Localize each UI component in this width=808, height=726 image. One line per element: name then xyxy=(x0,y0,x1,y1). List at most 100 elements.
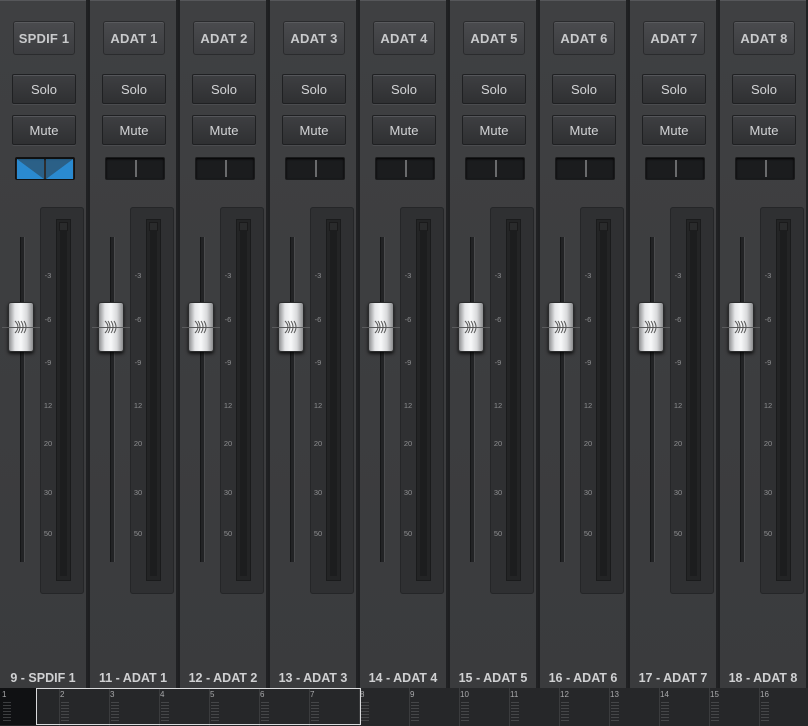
fader-grip-icon xyxy=(644,320,657,334)
mute-button[interactable]: Mute xyxy=(192,115,256,145)
overview-mini-meter xyxy=(411,702,419,722)
fader-track[interactable] xyxy=(740,237,745,562)
link-divider xyxy=(225,160,227,177)
solo-button[interactable]: Solo xyxy=(372,74,436,104)
overview-channel-cell[interactable]: 9 xyxy=(410,688,460,726)
fader-handle[interactable] xyxy=(182,302,220,352)
overview-channel-cell[interactable]: 12 xyxy=(560,688,610,726)
fader-handle[interactable] xyxy=(92,302,130,352)
mute-button[interactable]: Mute xyxy=(642,115,706,145)
level-meter: -3 -6 -9 12 20 30 50 xyxy=(670,207,714,594)
stereo-link-toggle[interactable] xyxy=(15,157,75,180)
stereo-link-toggle[interactable] xyxy=(735,157,795,180)
meter-scale-label: -6 xyxy=(224,315,232,324)
meter-bar xyxy=(416,219,431,581)
fader-handle[interactable] xyxy=(632,302,670,352)
link-divider xyxy=(405,160,407,177)
stereo-link-toggle[interactable] xyxy=(195,157,255,180)
solo-button[interactable]: Solo xyxy=(12,74,76,104)
channel-label: 11 - ADAT 1 xyxy=(98,671,168,685)
overview-mini-meter xyxy=(611,702,619,722)
channel-name-button[interactable]: ADAT 7 xyxy=(643,21,705,55)
overview-channel-cell[interactable]: 8 xyxy=(360,688,410,726)
solo-button[interactable]: Solo xyxy=(192,74,256,104)
meter-scale-label: -3 xyxy=(134,271,142,280)
stereo-link-toggle[interactable] xyxy=(645,157,705,180)
solo-button[interactable]: Solo xyxy=(462,74,526,104)
meter-scale-label: 12 xyxy=(223,401,233,410)
channel-name-button[interactable]: ADAT 1 xyxy=(103,21,165,55)
meter-scale-label: -6 xyxy=(134,315,142,324)
solo-button[interactable]: Solo xyxy=(732,74,796,104)
channel-label: 16 - ADAT 6 xyxy=(548,671,618,685)
channel-name-button[interactable]: ADAT 5 xyxy=(463,21,525,55)
solo-button[interactable]: Solo xyxy=(642,74,706,104)
solo-button[interactable]: Solo xyxy=(552,74,616,104)
fader-handle[interactable] xyxy=(722,302,760,352)
stereo-link-toggle[interactable] xyxy=(285,157,345,180)
overview-channel-cell[interactable]: 10 xyxy=(460,688,510,726)
mute-button[interactable]: Mute xyxy=(552,115,616,145)
solo-button[interactable]: Solo xyxy=(102,74,166,104)
stereo-link-toggle[interactable] xyxy=(375,157,435,180)
meter-scale-label: -6 xyxy=(494,315,502,324)
stereo-link-toggle[interactable] xyxy=(105,157,165,180)
fader-track[interactable] xyxy=(200,237,205,562)
fader-track[interactable] xyxy=(380,237,385,562)
meter-scale-label: -6 xyxy=(764,315,772,324)
fader-track[interactable] xyxy=(20,237,25,562)
mute-button[interactable]: Mute xyxy=(102,115,166,145)
channel-name-button[interactable]: ADAT 2 xyxy=(193,21,255,55)
overview-channel-cell[interactable]: 13 xyxy=(610,688,660,726)
meter-scale-label: 50 xyxy=(763,529,773,538)
overview-channel-cell[interactable]: 16 xyxy=(760,688,808,726)
fader-track[interactable] xyxy=(650,237,655,562)
fader-handle[interactable] xyxy=(272,302,310,352)
strip-top-edge xyxy=(90,0,176,1)
meter-bar xyxy=(596,219,611,581)
overview-channel-cell[interactable]: 11 xyxy=(510,688,560,726)
mute-button[interactable]: Mute xyxy=(372,115,436,145)
channel-name-button[interactable]: ADAT 3 xyxy=(283,21,345,55)
fader-handle[interactable] xyxy=(542,302,580,352)
mixer-view: SPDIF 1 Solo Mute -3 -6-9 12 20 30 50 9 … xyxy=(0,0,808,688)
channel-name-button[interactable]: ADAT 6 xyxy=(553,21,615,55)
meter-scale-label: 12 xyxy=(313,401,323,410)
overview-mini-meter xyxy=(461,702,469,722)
channel-name-button[interactable]: ADAT 4 xyxy=(373,21,435,55)
meter-scale-label: -3 xyxy=(764,271,772,280)
stereo-link-toggle[interactable] xyxy=(555,157,615,180)
strip-top-edge xyxy=(270,0,356,1)
mute-button[interactable]: Mute xyxy=(732,115,796,145)
solo-button[interactable]: Solo xyxy=(282,74,346,104)
meter-scale-label: -3 xyxy=(404,271,412,280)
fader-grip-icon xyxy=(374,320,387,334)
fader-handle[interactable] xyxy=(2,302,40,352)
level-meter: -3 -6 -9 12 20 30 50 xyxy=(220,207,264,594)
link-divider xyxy=(315,160,317,177)
mute-button[interactable]: Mute xyxy=(462,115,526,145)
mute-button[interactable]: Mute xyxy=(282,115,346,145)
meter-fill-area xyxy=(780,230,787,576)
meter-scale-label: -6 xyxy=(584,315,592,324)
channel-label: 18 - ADAT 8 xyxy=(728,671,798,685)
channel-name-button[interactable]: ADAT 8 xyxy=(733,21,795,55)
channel-overview-bar[interactable]: 1 2 3 4 5 6 7 8 9 10 11 12 13 14 15 16 xyxy=(0,688,808,726)
channel-name-button[interactable]: SPDIF 1 xyxy=(13,21,75,55)
overview-visible-selection[interactable] xyxy=(36,688,361,725)
mute-button[interactable]: Mute xyxy=(12,115,76,145)
fader-track[interactable] xyxy=(560,237,565,562)
fader-handle[interactable] xyxy=(452,302,490,352)
fader-track[interactable] xyxy=(110,237,115,562)
overview-channel-number: 16 xyxy=(760,690,769,699)
fader-handle[interactable] xyxy=(362,302,400,352)
fader-grip-icon xyxy=(734,320,747,334)
meter-scale-label: -3 xyxy=(494,271,502,280)
meter-scale-label: -9 xyxy=(314,358,322,367)
fader-track[interactable] xyxy=(470,237,475,562)
stereo-link-toggle[interactable] xyxy=(465,157,525,180)
overview-channel-cell[interactable]: 14 xyxy=(660,688,710,726)
overview-channel-cell[interactable]: 15 xyxy=(710,688,760,726)
fader-track[interactable] xyxy=(290,237,295,562)
level-meter: -3 -6 -9 12 20 30 50 xyxy=(760,207,804,594)
